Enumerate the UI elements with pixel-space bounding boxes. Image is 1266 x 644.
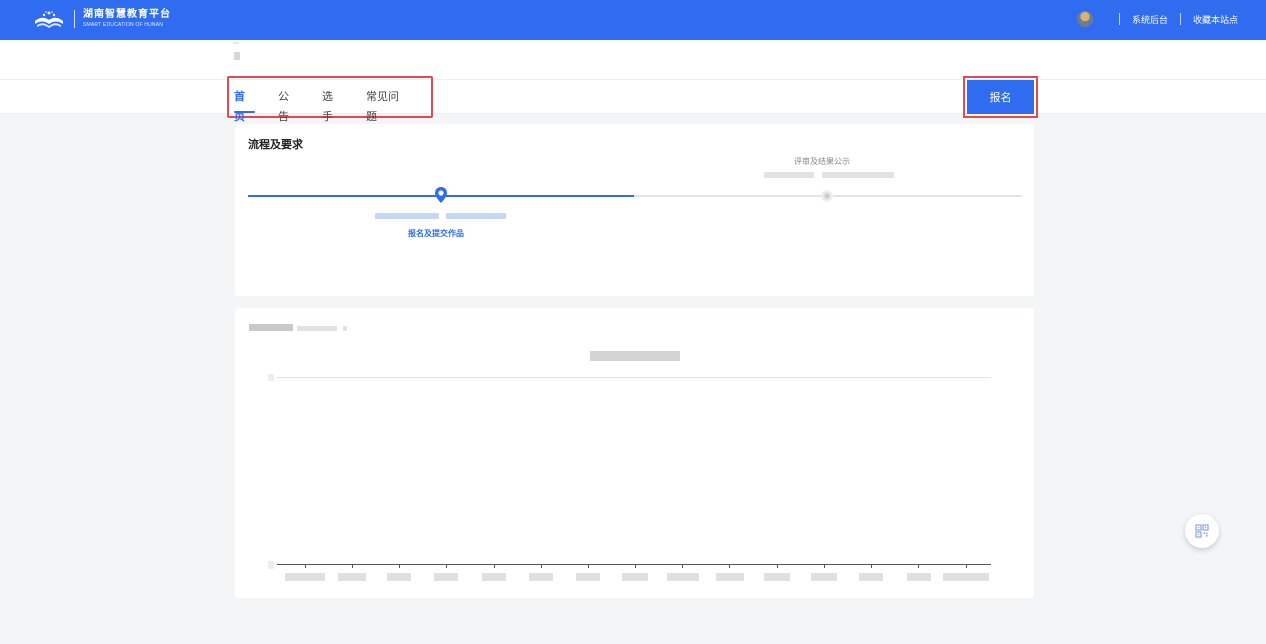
- blurred-x-label: [482, 573, 506, 581]
- x-tick: [824, 564, 825, 568]
- x-tick: [777, 564, 778, 568]
- blurred-x-label: [529, 573, 553, 581]
- admin-backend-link[interactable]: 系统后台: [1132, 13, 1168, 26]
- x-tick: [588, 564, 589, 568]
- blurred-x-label: [338, 573, 366, 581]
- nav-tabs: 首页 公告 选手 常见问题: [227, 76, 433, 123]
- x-tick: [494, 564, 495, 568]
- blurred-x-label: [667, 573, 699, 581]
- bookmark-site-link[interactable]: 收藏本站点: [1193, 13, 1238, 26]
- blurred-x-label: [576, 573, 600, 581]
- blurred-step-date: [446, 213, 506, 219]
- tab-faq[interactable]: 常见问题: [366, 87, 408, 123]
- x-tick: [966, 564, 967, 568]
- process-card: 流程及要求 评审及结果公示 报名及提交作品: [235, 124, 1034, 296]
- site-logo[interactable]: 湖南智慧教育平台 SMART EDUCATION OF HUNAN: [34, 9, 171, 29]
- x-tick: [305, 564, 306, 568]
- blurred-x-label: [285, 573, 325, 581]
- step-label-submit: 报名及提交作品: [408, 229, 464, 238]
- x-axis: [277, 564, 991, 565]
- blurred-x-label: [387, 573, 411, 581]
- top-header: 湖南智慧教育平台 SMART EDUCATION OF HUNAN 系统后台 收…: [0, 0, 1266, 40]
- x-tick: [352, 564, 353, 568]
- signup-highlight: 报名: [963, 76, 1038, 118]
- step-dot-review: [821, 190, 833, 202]
- section-nav: 首页 公告 选手 常见问题 报名: [0, 76, 1266, 123]
- process-title: 流程及要求: [248, 139, 303, 151]
- blurred-y-label: [268, 374, 274, 381]
- qr-code-button[interactable]: [1185, 514, 1219, 548]
- qr-code-icon: [1195, 524, 1209, 538]
- avatar[interactable]: [1076, 11, 1093, 27]
- logo-title: 湖南智慧教育平台: [83, 9, 171, 20]
- blurred-step-date: [822, 172, 894, 178]
- open-book-logo-icon: [35, 11, 63, 28]
- header-divider: [1118, 13, 1120, 25]
- blurred-x-label: [716, 573, 744, 581]
- x-tick: [871, 564, 872, 568]
- x-tick: [918, 564, 919, 568]
- x-tick: [682, 564, 683, 568]
- blurred-x-label: [943, 573, 989, 581]
- blurred-chart-title: [590, 351, 680, 361]
- x-tick: [635, 564, 636, 568]
- blurred-card-subtitle: [343, 326, 347, 331]
- x-tick: [541, 564, 542, 568]
- logo-divider: [74, 10, 75, 28]
- blurred-x-label: [907, 573, 931, 581]
- blurred-x-label: [434, 573, 458, 581]
- blurred-step-date: [764, 172, 814, 178]
- blurred-card-subtitle: [297, 326, 337, 331]
- page-title-bar: [0, 40, 1266, 80]
- signup-button[interactable]: 报名: [967, 80, 1034, 114]
- header-actions: 系统后台 收藏本站点: [1076, 11, 1238, 27]
- statistics-card: [235, 308, 1034, 598]
- tab-announcements[interactable]: 公告: [278, 87, 299, 123]
- x-tick: [446, 564, 447, 568]
- tab-home[interactable]: 首页: [234, 87, 255, 123]
- blurred-step-date: [375, 213, 439, 219]
- x-tick: [729, 564, 730, 568]
- blurred-title: [233, 42, 239, 44]
- x-tick: [399, 564, 400, 568]
- location-pin-icon: [435, 187, 447, 203]
- blurred-card-title: [249, 324, 293, 331]
- step-label-review: 评审及结果公示: [794, 157, 850, 166]
- blurred-y-label: [268, 561, 274, 569]
- blurred-x-label: [811, 573, 837, 581]
- logo-subtitle: SMART EDUCATION OF HUNAN: [83, 22, 164, 28]
- blurred-x-label: [622, 573, 648, 581]
- blurred-x-label: [859, 573, 883, 581]
- tab-contestants[interactable]: 选手: [322, 87, 343, 123]
- gridline: [277, 377, 991, 378]
- header-divider: [1179, 13, 1181, 25]
- blurred-title: [234, 52, 240, 60]
- blurred-x-label: [764, 573, 790, 581]
